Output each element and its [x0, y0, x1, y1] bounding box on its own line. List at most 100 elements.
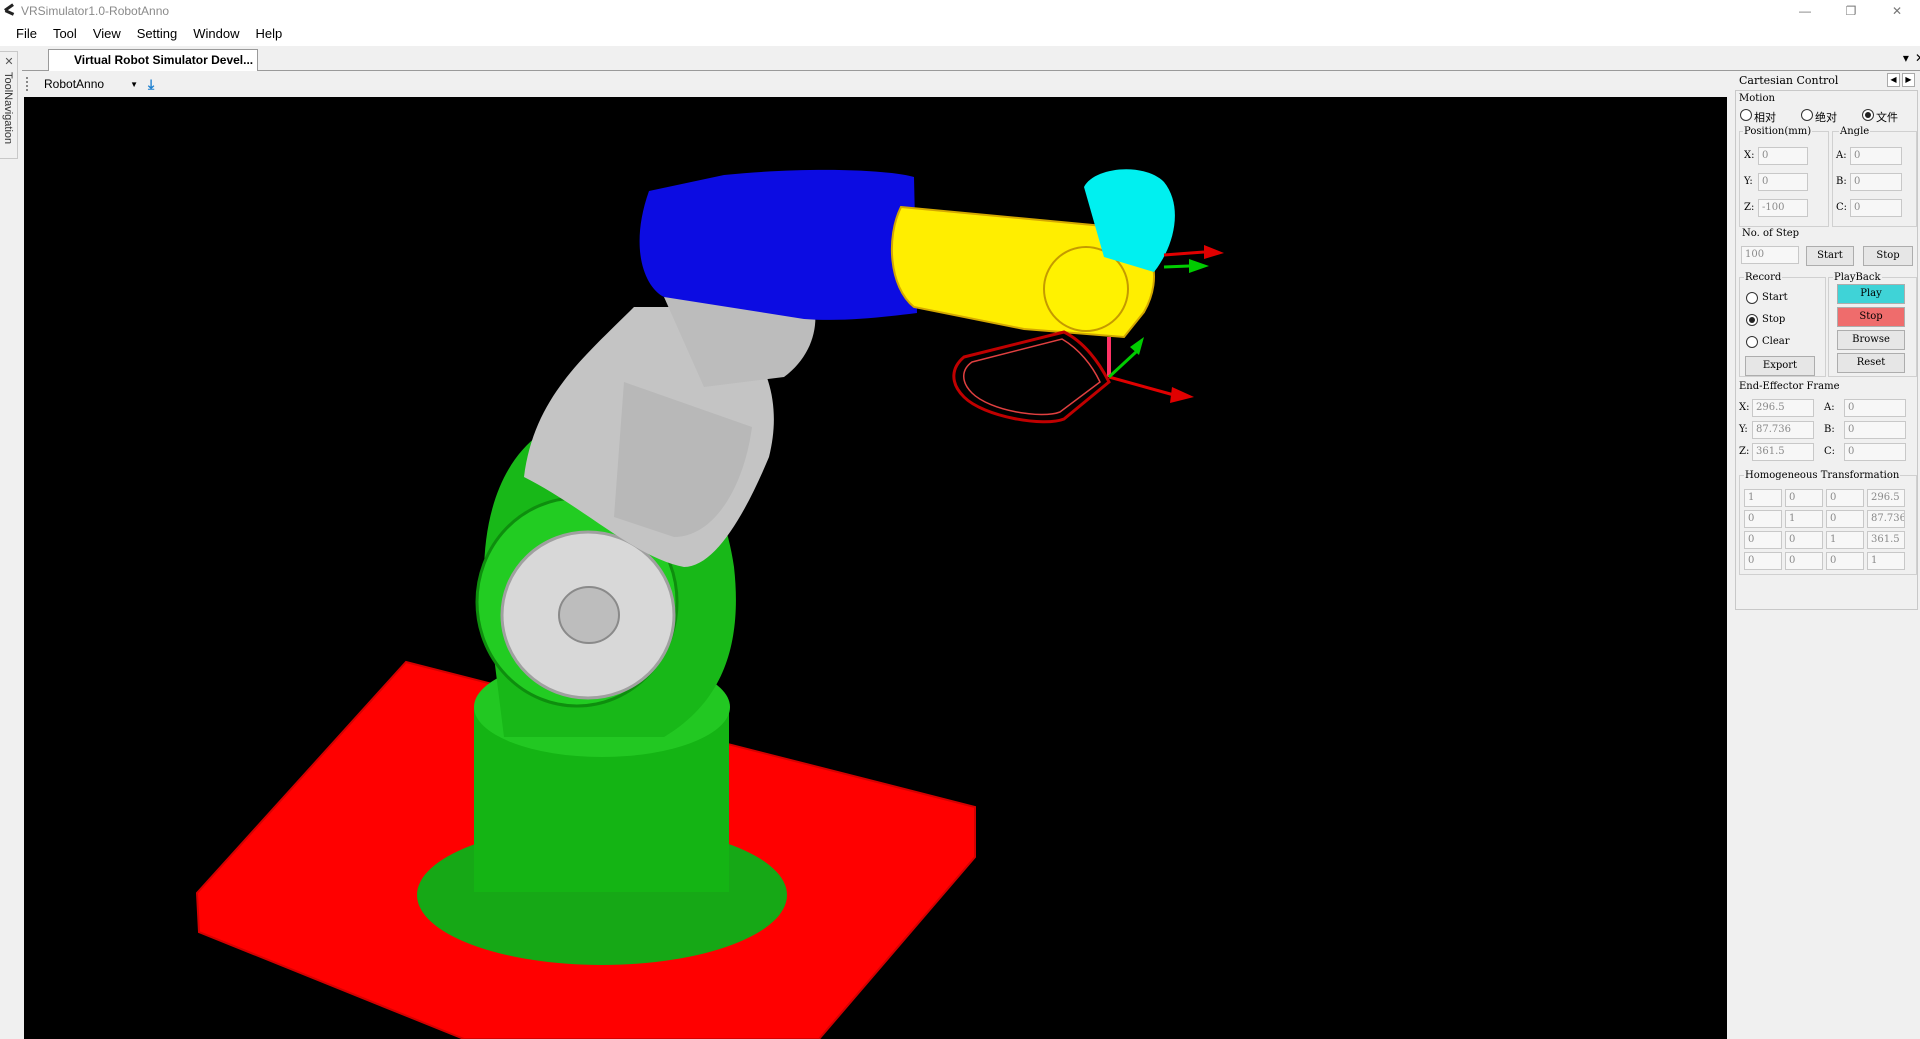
pos-z-input[interactable]: -100	[1758, 199, 1808, 217]
tab-close-icon[interactable]: ✕	[1915, 51, 1920, 65]
matrix-cell: 1	[1785, 510, 1823, 528]
menu-tool[interactable]: Tool	[45, 22, 85, 46]
angle-c-input[interactable]: 0	[1850, 199, 1902, 217]
ee-z-output: 361.5	[1752, 443, 1814, 461]
motion-file-label: 文件	[1876, 111, 1898, 124]
angle-label: Angle	[1839, 126, 1871, 137]
angle-b-input[interactable]: 0	[1850, 173, 1902, 191]
ee-x-label: X:	[1739, 402, 1750, 413]
ee-b-label: B:	[1824, 424, 1835, 435]
position-label: Position(mm)	[1743, 126, 1813, 137]
end-effector-label: End-Effector Frame	[1739, 381, 1840, 392]
matrix-cell: 0	[1785, 552, 1823, 570]
panel-next-button[interactable]: ▶	[1902, 73, 1915, 87]
menu-window[interactable]: Window	[185, 22, 247, 46]
record-label: Record	[1744, 272, 1783, 283]
ee-y-output: 87.736	[1752, 421, 1814, 439]
pos-z-label: Z:	[1744, 202, 1755, 213]
matrix-cell: 361.5	[1867, 531, 1905, 549]
play-button[interactable]: Play	[1837, 284, 1905, 304]
pos-y-input[interactable]: 0	[1758, 173, 1808, 191]
record-stop-label: Stop	[1762, 314, 1786, 325]
ee-z-label: Z:	[1739, 446, 1750, 457]
ee-b-output: 0	[1844, 421, 1906, 439]
ee-c-label: C:	[1824, 446, 1836, 457]
panel-body: Motion 相对 绝对 文件 Position(mm) X: 0 Y: 0 Z…	[1735, 90, 1918, 610]
tab-controls: ▾ ✕	[1903, 51, 1920, 65]
blue-link	[639, 169, 917, 320]
tool-navigation-label: ToolNavigation	[2, 72, 14, 145]
toolbar-grip[interactable]	[26, 77, 32, 91]
menu-bar: File Tool View Setting Window Help	[0, 22, 1920, 46]
menu-help[interactable]: Help	[248, 22, 291, 46]
angle-a-label: A:	[1836, 150, 1847, 161]
matrix-cell: 0	[1744, 552, 1782, 570]
3d-viewport[interactable]	[24, 97, 1727, 1039]
playback-stop-button[interactable]: Stop	[1837, 307, 1905, 327]
pos-y-label: Y:	[1744, 176, 1753, 187]
steps-stop-button[interactable]: Stop	[1863, 246, 1913, 266]
download-icon[interactable]: ⤓	[148, 76, 154, 93]
browse-button[interactable]: Browse	[1837, 330, 1905, 350]
menu-file[interactable]: File	[8, 22, 45, 46]
record-stop-radio[interactable]	[1746, 314, 1758, 326]
title-bar: VRSimulator1.0-RobotAnno — ❐ ✕	[0, 0, 1920, 22]
tab-simulator[interactable]: Virtual Robot Simulator Devel...	[48, 49, 258, 71]
steps-start-button[interactable]: Start	[1806, 246, 1854, 266]
motion-absolute-radio[interactable]	[1801, 109, 1813, 121]
record-start-label: Start	[1762, 292, 1788, 303]
menu-setting[interactable]: Setting	[129, 22, 185, 46]
angle-b-label: B:	[1836, 176, 1847, 187]
pos-x-input[interactable]: 0	[1758, 147, 1808, 165]
steps-label: No. of Step	[1742, 228, 1800, 239]
matrix-cell: 0	[1785, 531, 1823, 549]
toolbar: RobotAnno ▼ ⤓	[22, 72, 1734, 96]
app-logo-icon	[3, 4, 17, 18]
tool-navigation-tab[interactable]: ✕ ToolNavigation	[0, 51, 18, 159]
matrix-cell: 1	[1744, 489, 1782, 507]
matrix-cell: 0	[1826, 489, 1864, 507]
matrix-cell: 0	[1826, 552, 1864, 570]
robot-select[interactable]: RobotAnno ▼	[40, 74, 142, 94]
steps-input[interactable]: 100	[1741, 246, 1799, 264]
record-clear-label: Clear	[1762, 336, 1790, 347]
restore-button[interactable]: ❐	[1828, 0, 1874, 22]
playback-label: PlayBack	[1833, 272, 1882, 283]
matrix-cell: 0	[1785, 489, 1823, 507]
motion-relative-radio[interactable]	[1740, 109, 1752, 121]
ee-a-label: A:	[1824, 402, 1835, 413]
motion-absolute-label: 绝对	[1815, 111, 1837, 124]
document-tab-bar: Virtual Robot Simulator Devel... ▾ ✕	[22, 49, 1920, 71]
export-button[interactable]: Export	[1745, 356, 1815, 376]
chevron-down-icon: ▼	[130, 79, 138, 89]
matrix-cell: 1	[1867, 552, 1905, 570]
minimize-button[interactable]: —	[1782, 0, 1828, 22]
window-controls: — ❐ ✕	[1782, 0, 1920, 22]
ee-y-label: Y:	[1739, 424, 1748, 435]
matrix-cell: 1	[1826, 531, 1864, 549]
close-button[interactable]: ✕	[1874, 0, 1920, 22]
trajectory-path	[952, 330, 1111, 424]
angle-c-label: C:	[1836, 202, 1848, 213]
ee-c-output: 0	[1844, 443, 1906, 461]
robot-scene	[195, 169, 1224, 1039]
window-title: VRSimulator1.0-RobotAnno	[21, 4, 170, 18]
ee-a-output: 0	[1844, 399, 1906, 417]
matrix-cell: 0	[1744, 531, 1782, 549]
joint-hub	[558, 586, 620, 644]
motion-relative-label: 相对	[1754, 111, 1776, 124]
motion-file-radio[interactable]	[1862, 109, 1874, 121]
pos-x-label: X:	[1744, 150, 1755, 161]
reset-button[interactable]: Reset	[1837, 353, 1905, 373]
motion-label: Motion	[1739, 93, 1775, 104]
panel-prev-button[interactable]: ◀	[1887, 73, 1900, 87]
cartesian-control-panel: Cartesian Control ◀ ▶ Motion 相对 绝对 文件 Po…	[1733, 72, 1920, 1039]
tab-menu-icon[interactable]: ▾	[1903, 51, 1909, 65]
ee-x-output: 296.5	[1752, 399, 1814, 417]
menu-view[interactable]: View	[85, 22, 129, 46]
record-start-radio[interactable]	[1746, 292, 1758, 304]
matrix-cell: 0	[1826, 510, 1864, 528]
angle-a-input[interactable]: 0	[1850, 147, 1902, 165]
matrix-cell: 87.736	[1867, 510, 1905, 528]
record-clear-radio[interactable]	[1746, 336, 1758, 348]
